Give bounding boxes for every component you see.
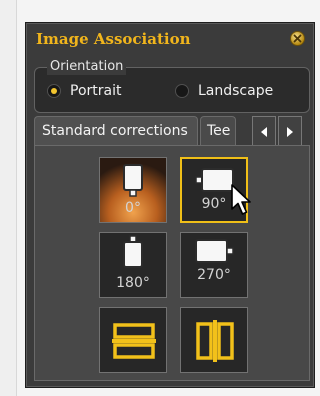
chevron-left-icon (261, 127, 267, 137)
tab-teeth[interactable]: Tee (200, 116, 236, 146)
flip-horizontal-button[interactable] (180, 307, 248, 373)
rotation-270-button[interactable]: 270° (180, 232, 248, 298)
portrait-label: Portrait (70, 83, 122, 99)
rotation-180-button[interactable]: 180° (99, 232, 167, 298)
portrait-radio[interactable]: Portrait (47, 83, 121, 99)
landscape-radio[interactable]: Landscape (175, 83, 273, 99)
landscape-label: Landscape (198, 83, 274, 99)
portrait-radio-icon[interactable] (47, 84, 61, 98)
orientation-group: Orientation Portrait Landscape (34, 59, 310, 113)
landscape-sensor-icon (195, 239, 234, 263)
chevron-right-icon (287, 127, 293, 137)
flip-horizontal-icon (196, 320, 234, 362)
flip-vertical-icon (112, 323, 156, 359)
flip-vertical-button[interactable] (99, 307, 167, 373)
close-icon[interactable] (290, 31, 305, 46)
portrait-sensor-icon (123, 164, 143, 197)
panel-title: Image Association (36, 30, 191, 48)
page-edge (0, 0, 17, 396)
rotation-180-label: 180° (116, 275, 150, 291)
panel-titlebar: Image Association (26, 23, 314, 57)
tab-bar: Standard corrections Tee (34, 116, 310, 146)
landscape-radio-icon[interactable] (175, 84, 189, 98)
tab-scroll-left-button[interactable] (252, 116, 276, 146)
landscape-sensor-icon (195, 168, 234, 192)
orientation-label: Orientation (47, 59, 127, 75)
rotation-0-label: 0° (125, 200, 141, 216)
image-association-panel: Image Association Orientation Portrait L… (25, 22, 315, 388)
tab-scroll-right-button[interactable] (278, 116, 302, 146)
mouse-pointer-icon (231, 184, 251, 215)
corrections-content: 0° 90° 180° 270° (34, 145, 310, 381)
rotation-270-label: 270° (197, 267, 231, 283)
portrait-sensor-icon (123, 235, 143, 268)
tab-standard-corrections[interactable]: Standard corrections (34, 116, 198, 146)
rotation-0-button[interactable]: 0° (99, 157, 167, 223)
